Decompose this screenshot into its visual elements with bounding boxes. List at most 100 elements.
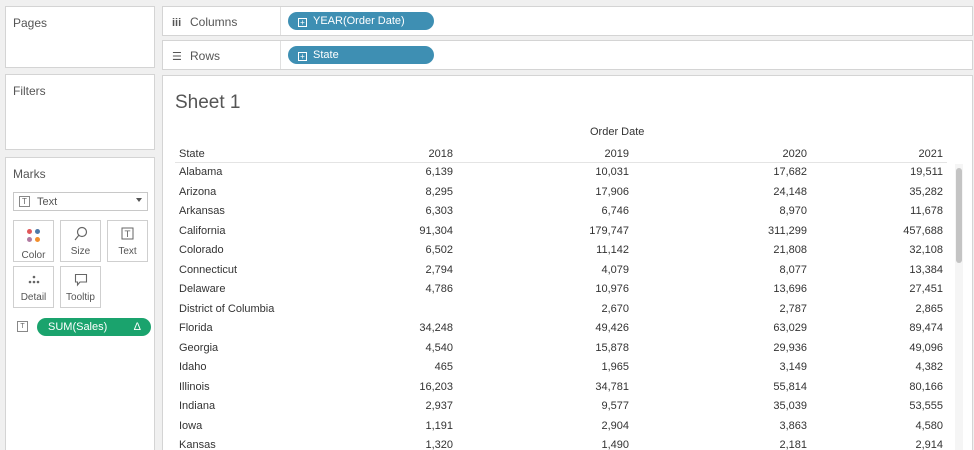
- sales-cell[interactable]: 80,166: [873, 381, 943, 393]
- vertical-scrollbar[interactable]: [955, 164, 963, 450]
- year-header-2020[interactable]: 2020: [747, 148, 807, 160]
- year-order-date-pill[interactable]: + YEAR(Order Date): [288, 12, 434, 30]
- tooltip-button[interactable]: Tooltip: [60, 266, 101, 308]
- sales-cell[interactable]: 49,426: [559, 322, 629, 334]
- state-cell[interactable]: Georgia: [179, 342, 218, 354]
- state-cell[interactable]: Connecticut: [179, 264, 237, 276]
- sales-cell[interactable]: 311,299: [737, 225, 807, 237]
- sales-cell[interactable]: 179,747: [559, 225, 629, 237]
- mark-type-dropdown[interactable]: T Text: [13, 192, 148, 211]
- sales-cell[interactable]: 8,970: [737, 205, 807, 217]
- pages-shelf[interactable]: Pages: [5, 6, 155, 68]
- year-header-2018[interactable]: 2018: [393, 148, 453, 160]
- svg-text:T: T: [123, 230, 130, 240]
- sales-cell[interactable]: 89,474: [873, 322, 943, 334]
- sales-cell[interactable]: 10,976: [559, 283, 629, 295]
- sales-cell[interactable]: 63,029: [737, 322, 807, 334]
- sales-cell[interactable]: 2,794: [383, 264, 453, 276]
- sales-cell[interactable]: 16,203: [383, 381, 453, 393]
- sales-cell[interactable]: 4,786: [383, 283, 453, 295]
- sales-cell[interactable]: 35,039: [737, 400, 807, 412]
- text-button[interactable]: T Text: [107, 220, 148, 262]
- state-cell[interactable]: Indiana: [179, 400, 215, 412]
- worksheet-view[interactable]: Sheet 1 Order Date State 2018 2019 2020 …: [162, 75, 973, 450]
- sales-cell[interactable]: 2,914: [873, 439, 943, 450]
- sales-cell[interactable]: 465: [383, 361, 453, 373]
- state-pill[interactable]: + State: [288, 46, 434, 64]
- rows-shelf[interactable]: ☰ Rows + State: [162, 40, 973, 70]
- state-cell[interactable]: Arkansas: [179, 205, 225, 217]
- sales-cell[interactable]: 53,555: [873, 400, 943, 412]
- sales-cell[interactable]: 1,965: [559, 361, 629, 373]
- color-button[interactable]: Color: [13, 220, 54, 262]
- sales-cell[interactable]: 2,181: [737, 439, 807, 450]
- sales-cell[interactable]: 1,191: [383, 420, 453, 432]
- size-label: Size: [70, 246, 91, 257]
- sales-cell[interactable]: 457,688: [873, 225, 943, 237]
- sales-cell[interactable]: 32,108: [873, 244, 943, 256]
- sales-cell[interactable]: 21,808: [737, 244, 807, 256]
- sales-cell[interactable]: 34,781: [559, 381, 629, 393]
- sales-cell[interactable]: 3,149: [737, 361, 807, 373]
- sales-cell[interactable]: 2,787: [737, 303, 807, 315]
- state-cell[interactable]: California: [179, 225, 225, 237]
- state-cell[interactable]: Florida: [179, 322, 213, 334]
- size-button[interactable]: Size: [60, 220, 101, 262]
- sales-cell[interactable]: 15,878: [559, 342, 629, 354]
- sales-cell[interactable]: 4,540: [383, 342, 453, 354]
- state-cell[interactable]: Iowa: [179, 420, 202, 432]
- state-cell[interactable]: Illinois: [179, 381, 210, 393]
- sales-cell[interactable]: 8,295: [383, 186, 453, 198]
- sales-cell[interactable]: 3,863: [737, 420, 807, 432]
- sales-cell[interactable]: 1,490: [559, 439, 629, 450]
- sales-cell[interactable]: 4,580: [873, 420, 943, 432]
- state-cell[interactable]: Arizona: [179, 186, 216, 198]
- sales-cell[interactable]: 6,303: [383, 205, 453, 217]
- expand-plus-icon: +: [298, 18, 307, 27]
- year-header-2019[interactable]: 2019: [569, 148, 629, 160]
- sales-cell[interactable]: 91,304: [383, 225, 453, 237]
- sales-cell[interactable]: 24,148: [737, 186, 807, 198]
- sales-cell[interactable]: 11,678: [873, 205, 943, 217]
- sales-cell[interactable]: 6,746: [559, 205, 629, 217]
- filters-shelf[interactable]: Filters: [5, 74, 155, 150]
- sales-cell[interactable]: 1,320: [383, 439, 453, 450]
- detail-button[interactable]: Detail: [13, 266, 54, 308]
- state-cell[interactable]: Colorado: [179, 244, 224, 256]
- scrollbar-thumb[interactable]: [956, 168, 962, 263]
- sales-cell[interactable]: 13,696: [737, 283, 807, 295]
- sales-cell[interactable]: 49,096: [873, 342, 943, 354]
- state-cell[interactable]: District of Columbia: [179, 303, 274, 315]
- sales-cell[interactable]: 6,139: [383, 166, 453, 178]
- table-row: Arizona 8,295 17,906 24,148 35,282: [175, 183, 947, 203]
- state-cell[interactable]: Kansas: [179, 439, 216, 450]
- sales-cell[interactable]: 2,865: [873, 303, 943, 315]
- state-cell[interactable]: Idaho: [179, 361, 207, 373]
- sales-cell[interactable]: 27,451: [873, 283, 943, 295]
- sales-cell[interactable]: 19,511: [873, 166, 943, 178]
- sales-cell[interactable]: 10,031: [559, 166, 629, 178]
- rows-label-text: Rows: [190, 49, 221, 63]
- columns-shelf[interactable]: iii Columns + YEAR(Order Date): [162, 6, 973, 36]
- sales-cell[interactable]: 11,142: [559, 244, 629, 256]
- sales-cell[interactable]: 29,936: [737, 342, 807, 354]
- year-header-2021[interactable]: 2021: [883, 148, 943, 160]
- state-cell[interactable]: Delaware: [179, 283, 225, 295]
- sales-cell[interactable]: 35,282: [873, 186, 943, 198]
- state-cell[interactable]: Alabama: [179, 166, 222, 178]
- sales-cell[interactable]: 4,079: [559, 264, 629, 276]
- sales-cell[interactable]: 17,906: [559, 186, 629, 198]
- sales-cell[interactable]: 2,670: [559, 303, 629, 315]
- sales-cell[interactable]: 9,577: [559, 400, 629, 412]
- sales-cell[interactable]: 4,382: [873, 361, 943, 373]
- sales-cell[interactable]: 13,384: [873, 264, 943, 276]
- sales-cell[interactable]: 2,937: [383, 400, 453, 412]
- sales-cell[interactable]: 55,814: [737, 381, 807, 393]
- marks-title: Marks: [13, 167, 46, 181]
- sales-cell[interactable]: 2,904: [559, 420, 629, 432]
- sales-cell[interactable]: 34,248: [383, 322, 453, 334]
- sales-cell[interactable]: 6,502: [383, 244, 453, 256]
- sales-cell[interactable]: 17,682: [737, 166, 807, 178]
- sales-cell[interactable]: 8,077: [737, 264, 807, 276]
- sum-sales-pill[interactable]: SUM(Sales) Δ: [37, 318, 151, 336]
